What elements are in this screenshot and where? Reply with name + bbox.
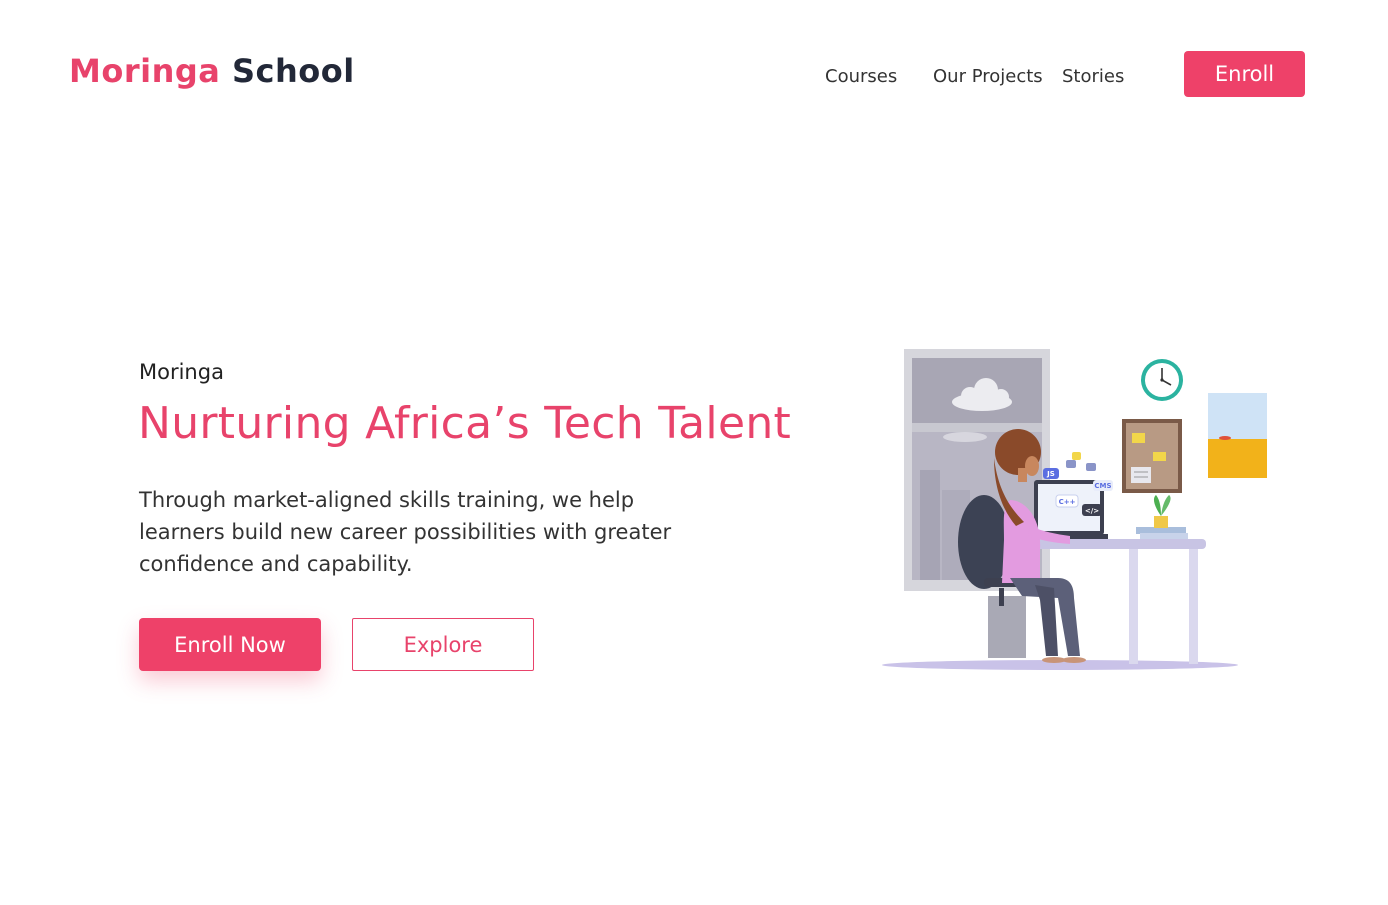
beach-picture-illustration (1208, 393, 1267, 478)
cork-board-illustration (1122, 419, 1182, 493)
site-logo[interactable]: Moringa School (69, 52, 355, 90)
tag-cpp: C++ (1059, 498, 1076, 506)
logo-rest: School (232, 52, 355, 90)
nav-stories[interactable]: Stories (1062, 66, 1124, 87)
hero-headline: Nurturing Africa’s Tech Talent (138, 398, 792, 449)
nav-courses[interactable]: Courses (825, 66, 897, 87)
hero-eyebrow: Moringa (139, 360, 224, 384)
plant-illustration (1136, 495, 1188, 539)
tag-js: JS (1046, 470, 1055, 478)
tag-cms: CMS (1094, 482, 1111, 490)
enroll-button[interactable]: Enroll (1184, 51, 1305, 97)
hero-illustration: JS C++ CMS </> (882, 349, 1267, 670)
tag-code: </> (1085, 507, 1099, 515)
hero-description: Through market-aligned skills training, … (139, 488, 672, 576)
explore-button[interactable]: Explore (352, 618, 534, 671)
nav-our-projects[interactable]: Our Projects (933, 66, 1043, 87)
enroll-now-button[interactable]: Enroll Now (139, 618, 321, 671)
clock-illustration (1141, 359, 1183, 401)
logo-brand: Moringa (69, 52, 221, 90)
